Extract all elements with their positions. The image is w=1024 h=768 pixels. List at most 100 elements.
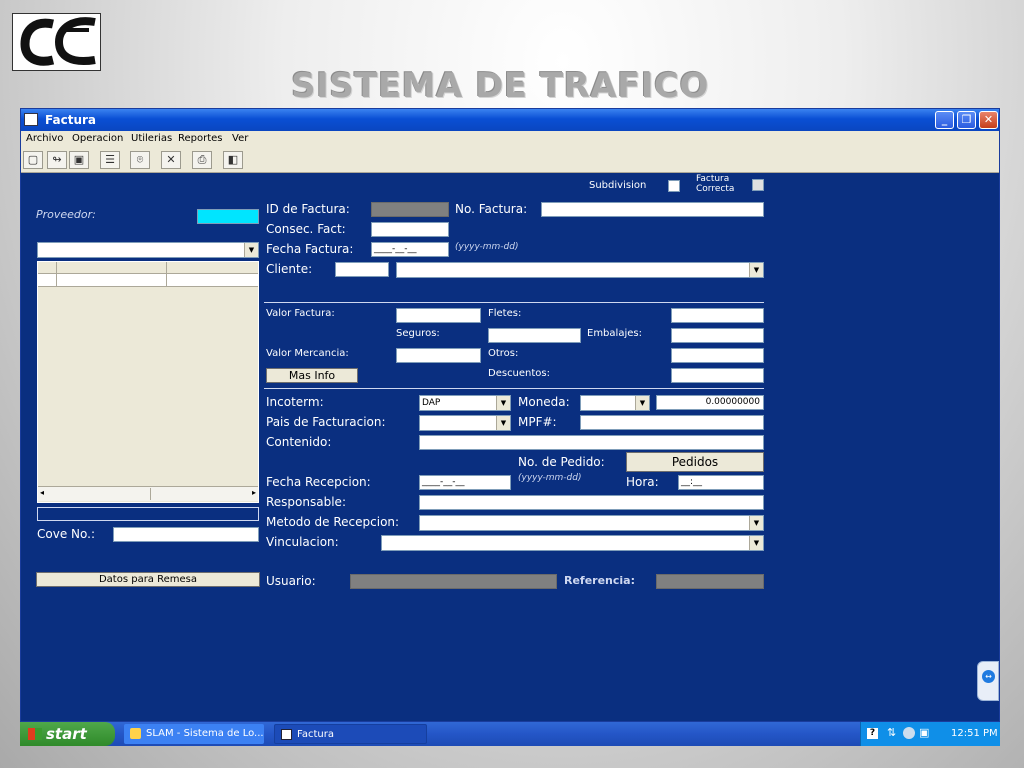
responsable-input[interactable] xyxy=(419,495,764,510)
divider xyxy=(264,388,764,389)
incoterm-value: DAP xyxy=(422,398,441,408)
taskbar-item-factura[interactable]: Factura xyxy=(274,724,427,744)
title-bar: Factura _ ❐ ✕ xyxy=(21,109,999,131)
no-factura-input[interactable] xyxy=(541,202,764,217)
chevron-left-icon[interactable] xyxy=(903,727,915,739)
fecha-recepcion-label: Fecha Recepcion: xyxy=(266,475,371,489)
menu-utilerias[interactable]: Utilerias xyxy=(131,133,172,144)
pais-combo[interactable]: ▼ xyxy=(419,415,511,431)
valor-mercancia-input[interactable] xyxy=(396,348,481,363)
help-icon[interactable]: ? xyxy=(867,728,878,739)
valor-mercancia-label: Valor Mercancia: xyxy=(266,348,349,359)
slide-title: SISTEMA DE TRAFICO xyxy=(291,66,709,106)
list-icon[interactable]: ☰ xyxy=(100,151,120,169)
usuario-label: Usuario: xyxy=(266,574,316,588)
mas-info-button[interactable]: Mas Info xyxy=(266,368,358,383)
teamviewer-icon[interactable]: ↔ xyxy=(977,661,999,701)
fecha-factura-label: Fecha Factura: xyxy=(266,242,354,256)
exit-icon[interactable]: ◧ xyxy=(223,151,243,169)
incoterm-label: Incoterm: xyxy=(266,395,324,409)
metodo-combo[interactable]: ▼ xyxy=(419,515,764,531)
menu-ver[interactable]: Ver xyxy=(232,133,248,144)
save-icon[interactable]: ▣ xyxy=(69,151,89,169)
taskbar-item-label: Factura xyxy=(297,729,334,740)
contenido-input[interactable] xyxy=(419,435,764,450)
start-button[interactable]: start xyxy=(20,722,115,746)
minimize-button[interactable]: _ xyxy=(935,111,954,129)
taskbar: start SLAM - Sistema de Lo... Factura ? … xyxy=(20,722,1000,746)
mpf-label: MPF#: xyxy=(518,415,557,429)
otros-input[interactable] xyxy=(671,348,764,363)
hora-input[interactable]: __:__ xyxy=(678,475,764,490)
moneda-combo[interactable]: ▼ xyxy=(580,395,650,411)
grid-scrollbar[interactable]: ◂ ▸ xyxy=(38,486,258,501)
fecha-format-hint: (yyyy-mm-dd) xyxy=(455,242,519,252)
start-label: start xyxy=(46,725,87,743)
fecha-recepcion-format-hint: (yyyy-mm-dd) xyxy=(518,473,582,483)
scroll-right-icon[interactable]: ▸ xyxy=(252,488,256,497)
fecha-factura-input[interactable]: ____-__-__ xyxy=(371,242,449,257)
cliente-label: Cliente: xyxy=(266,262,313,276)
descuentos-input[interactable] xyxy=(671,368,764,383)
metodo-label: Metodo de Recepcion: xyxy=(266,515,400,529)
usuario-input[interactable] xyxy=(350,574,557,589)
chevron-down-icon: ▼ xyxy=(635,396,649,410)
vinculacion-combo[interactable]: ▼ xyxy=(381,535,764,551)
moneda-label: Moneda: xyxy=(518,395,570,409)
arrow-icon[interactable]: ↬ xyxy=(47,151,67,169)
menu-reportes[interactable]: Reportes xyxy=(178,133,223,144)
chevron-down-icon: ▼ xyxy=(749,516,763,530)
embalajes-label: Embalajes: xyxy=(587,328,642,339)
taskbar-item-label: SLAM - Sistema de Lo... xyxy=(146,728,264,739)
datos-remesa-button[interactable]: Datos para Remesa xyxy=(36,572,260,587)
referencia-input[interactable] xyxy=(656,574,764,589)
cove-label: Cove No.: xyxy=(37,527,95,541)
factura-window: Factura _ ❐ ✕ Archivo Operacion Utileria… xyxy=(20,108,1000,722)
close-button[interactable]: ✕ xyxy=(979,111,998,129)
chevron-down-icon: ▼ xyxy=(244,243,258,257)
referencia-label: Referencia: xyxy=(564,574,636,587)
app-icon xyxy=(24,113,38,126)
cliente-id-input[interactable] xyxy=(335,262,389,277)
new-icon[interactable]: ▢ xyxy=(23,151,43,169)
moneda-rate-input[interactable]: 0.00000000 xyxy=(656,395,764,410)
proveedor-grid[interactable]: ◂ ▸ xyxy=(37,261,259,503)
fletes-input[interactable] xyxy=(671,308,764,323)
proveedor-combo[interactable]: ▼ xyxy=(37,242,259,258)
menu-bar: Archivo Operacion Utilerias Reportes Ver xyxy=(21,131,999,148)
network-icon[interactable]: ⇅ xyxy=(887,726,896,739)
id-factura-label: ID de Factura: xyxy=(266,202,350,216)
proveedor-input[interactable] xyxy=(197,209,259,224)
seguros-input[interactable] xyxy=(488,328,581,343)
pedidos-button[interactable]: Pedidos xyxy=(626,452,764,472)
otros-label: Otros: xyxy=(488,348,519,359)
consec-fact-label: Consec. Fact: xyxy=(266,222,346,236)
menu-operacion[interactable]: Operacion xyxy=(72,133,123,144)
delete-icon[interactable]: ✕ xyxy=(161,151,181,169)
binoculars-icon[interactable]: ⌾ xyxy=(130,151,150,169)
factura-correcta-checkbox[interactable] xyxy=(752,179,764,191)
embalajes-input[interactable] xyxy=(671,328,764,343)
menu-archivo[interactable]: Archivo xyxy=(26,133,63,144)
monitor-icon[interactable]: ▣ xyxy=(919,726,929,739)
print-icon[interactable]: ⎙ xyxy=(192,151,212,169)
windows-logo-icon xyxy=(28,728,42,740)
no-pedido-label: No. de Pedido: xyxy=(518,455,605,469)
chevron-down-icon: ▼ xyxy=(496,396,510,410)
valor-factura-input[interactable] xyxy=(396,308,481,323)
scroll-left-icon[interactable]: ◂ xyxy=(40,488,44,497)
pais-label: Pais de Facturacion: xyxy=(266,415,386,429)
taskbar-item-slam[interactable]: SLAM - Sistema de Lo... xyxy=(124,724,264,744)
cliente-combo[interactable]: ▼ xyxy=(396,262,764,278)
incoterm-combo[interactable]: DAP ▼ xyxy=(419,395,511,411)
mpf-input[interactable] xyxy=(580,415,764,430)
id-factura-input[interactable] xyxy=(371,202,449,217)
maximize-button[interactable]: ❐ xyxy=(957,111,976,129)
consec-fact-input[interactable] xyxy=(371,222,449,237)
subdivision-checkbox[interactable] xyxy=(668,180,680,192)
toolbar: ▢ ↬ ▣ ☰ ⌾ ✕ ⎙ ◧ xyxy=(21,148,999,173)
chevron-down-icon: ▼ xyxy=(749,536,763,550)
gear-icon xyxy=(130,728,141,739)
cove-input[interactable] xyxy=(113,527,259,542)
fecha-recepcion-input[interactable]: ____-__-__ xyxy=(419,475,511,490)
